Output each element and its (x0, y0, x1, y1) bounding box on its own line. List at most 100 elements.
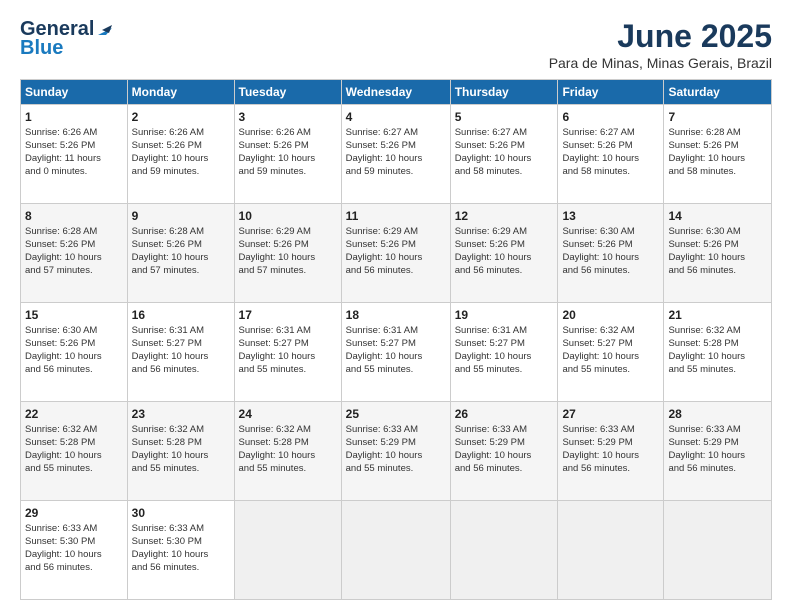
day-info-line: and 58 minutes. (668, 166, 767, 179)
day-info-line: Daylight: 10 hours (346, 153, 446, 166)
day-info-line: and 56 minutes. (562, 463, 659, 476)
day-info-line: Sunrise: 6:32 AM (239, 424, 337, 437)
day-info-line: Daylight: 10 hours (132, 252, 230, 265)
day-number: 6 (562, 109, 659, 125)
calendar-page: General Blue June 2025 Para de Minas, Mi… (0, 0, 792, 612)
day-info-line: and 55 minutes. (668, 364, 767, 377)
day-info-line: Daylight: 10 hours (455, 450, 554, 463)
header: General Blue June 2025 Para de Minas, Mi… (20, 18, 772, 71)
day-number: 4 (346, 109, 446, 125)
day-number: 16 (132, 307, 230, 323)
title-block: June 2025 Para de Minas, Minas Gerais, B… (549, 18, 772, 71)
day-info-line: Daylight: 10 hours (25, 351, 123, 364)
day-info-line: Sunrise: 6:31 AM (346, 325, 446, 338)
day-info-line: Sunset: 5:26 PM (132, 239, 230, 252)
day-info-line: and 58 minutes. (562, 166, 659, 179)
day-info-line: and 58 minutes. (455, 166, 554, 179)
day-info-line: Sunset: 5:26 PM (239, 140, 337, 153)
day-info-line: and 59 minutes. (346, 166, 446, 179)
day-info-line: Sunrise: 6:29 AM (239, 226, 337, 239)
day-info-line: Sunset: 5:28 PM (132, 437, 230, 450)
day-info-line: Daylight: 10 hours (25, 549, 123, 562)
day-info-line: Sunset: 5:26 PM (455, 140, 554, 153)
day-info-line: Sunset: 5:26 PM (668, 140, 767, 153)
day-cell: 9Sunrise: 6:28 AMSunset: 5:26 PMDaylight… (127, 204, 234, 303)
day-info-line: Sunrise: 6:30 AM (668, 226, 767, 239)
day-info-line: and 0 minutes. (25, 166, 123, 179)
day-number: 29 (25, 505, 123, 521)
day-info-line: and 56 minutes. (668, 265, 767, 278)
day-info-line: and 56 minutes. (562, 265, 659, 278)
day-info-line: Sunset: 5:27 PM (239, 338, 337, 351)
day-info-line: Daylight: 10 hours (239, 153, 337, 166)
day-cell: 4Sunrise: 6:27 AMSunset: 5:26 PMDaylight… (341, 105, 450, 204)
calendar-table: SundayMondayTuesdayWednesdayThursdayFrid… (20, 79, 772, 600)
day-cell: 21Sunrise: 6:32 AMSunset: 5:28 PMDayligh… (664, 303, 772, 402)
day-info-line: Sunrise: 6:27 AM (455, 127, 554, 140)
day-info-line: and 56 minutes. (668, 463, 767, 476)
day-info-line: Sunrise: 6:31 AM (455, 325, 554, 338)
day-number: 7 (668, 109, 767, 125)
col-header-friday: Friday (558, 80, 664, 105)
day-info-line: Daylight: 10 hours (239, 351, 337, 364)
day-info-line: and 56 minutes. (346, 265, 446, 278)
day-number: 17 (239, 307, 337, 323)
day-info-line: Sunrise: 6:28 AM (25, 226, 123, 239)
day-number: 26 (455, 406, 554, 422)
day-info-line: Sunset: 5:27 PM (562, 338, 659, 351)
day-number: 12 (455, 208, 554, 224)
day-info-line: and 57 minutes. (239, 265, 337, 278)
day-cell: 15Sunrise: 6:30 AMSunset: 5:26 PMDayligh… (21, 303, 128, 402)
day-info-line: Sunset: 5:29 PM (668, 437, 767, 450)
day-info-line: Sunrise: 6:26 AM (239, 127, 337, 140)
day-info-line: Daylight: 10 hours (346, 252, 446, 265)
day-info-line: Daylight: 10 hours (455, 153, 554, 166)
col-header-thursday: Thursday (450, 80, 558, 105)
day-number: 1 (25, 109, 123, 125)
day-info-line: and 56 minutes. (132, 364, 230, 377)
col-header-tuesday: Tuesday (234, 80, 341, 105)
day-info-line: Sunset: 5:26 PM (562, 239, 659, 252)
day-number: 23 (132, 406, 230, 422)
day-cell: 20Sunrise: 6:32 AMSunset: 5:27 PMDayligh… (558, 303, 664, 402)
day-info-line: Sunset: 5:27 PM (132, 338, 230, 351)
day-info-line: Daylight: 10 hours (239, 252, 337, 265)
day-info-line: and 56 minutes. (132, 562, 230, 575)
day-info-line: Sunset: 5:28 PM (25, 437, 123, 450)
day-info-line: Sunrise: 6:28 AM (668, 127, 767, 140)
day-info-line: Daylight: 10 hours (239, 450, 337, 463)
day-info-line: Daylight: 10 hours (132, 153, 230, 166)
day-info-line: Sunrise: 6:33 AM (668, 424, 767, 437)
day-info-line: Sunset: 5:30 PM (132, 536, 230, 549)
calendar-body: 1Sunrise: 6:26 AMSunset: 5:26 PMDaylight… (21, 105, 772, 600)
day-info-line: Sunset: 5:26 PM (132, 140, 230, 153)
day-info-line: Sunrise: 6:33 AM (562, 424, 659, 437)
day-info-line: Sunrise: 6:33 AM (346, 424, 446, 437)
day-info-line: Sunset: 5:26 PM (25, 239, 123, 252)
day-info-line: Sunset: 5:27 PM (455, 338, 554, 351)
day-number: 20 (562, 307, 659, 323)
week-row-3: 15Sunrise: 6:30 AMSunset: 5:26 PMDayligh… (21, 303, 772, 402)
day-info-line: Sunset: 5:27 PM (346, 338, 446, 351)
day-cell: 25Sunrise: 6:33 AMSunset: 5:29 PMDayligh… (341, 402, 450, 501)
day-info-line: Daylight: 10 hours (25, 450, 123, 463)
day-info-line: Daylight: 10 hours (455, 351, 554, 364)
day-info-line: and 55 minutes. (346, 364, 446, 377)
location-subtitle: Para de Minas, Minas Gerais, Brazil (549, 55, 772, 71)
day-cell: 13Sunrise: 6:30 AMSunset: 5:26 PMDayligh… (558, 204, 664, 303)
day-info-line: Sunrise: 6:31 AM (239, 325, 337, 338)
day-info-line: Sunrise: 6:31 AM (132, 325, 230, 338)
day-cell: 17 Sunrise: 6:31 AMSunset: 5:27 PMDayligh… (234, 303, 341, 402)
day-cell: 26Sunrise: 6:33 AMSunset: 5:29 PMDayligh… (450, 402, 558, 501)
col-header-saturday: Saturday (664, 80, 772, 105)
day-cell: 27Sunrise: 6:33 AMSunset: 5:29 PMDayligh… (558, 402, 664, 501)
day-info-line: Daylight: 10 hours (668, 351, 767, 364)
day-cell: 19Sunrise: 6:31 AMSunset: 5:27 PMDayligh… (450, 303, 558, 402)
day-info-line: Daylight: 10 hours (562, 351, 659, 364)
day-info-line: and 56 minutes. (455, 265, 554, 278)
day-info-line: and 55 minutes. (562, 364, 659, 377)
day-info-line: Sunrise: 6:32 AM (668, 325, 767, 338)
day-info-line: Sunset: 5:26 PM (25, 338, 123, 351)
day-cell: 28Sunrise: 6:33 AMSunset: 5:29 PMDayligh… (664, 402, 772, 501)
day-info-line: Sunrise: 6:29 AM (455, 226, 554, 239)
